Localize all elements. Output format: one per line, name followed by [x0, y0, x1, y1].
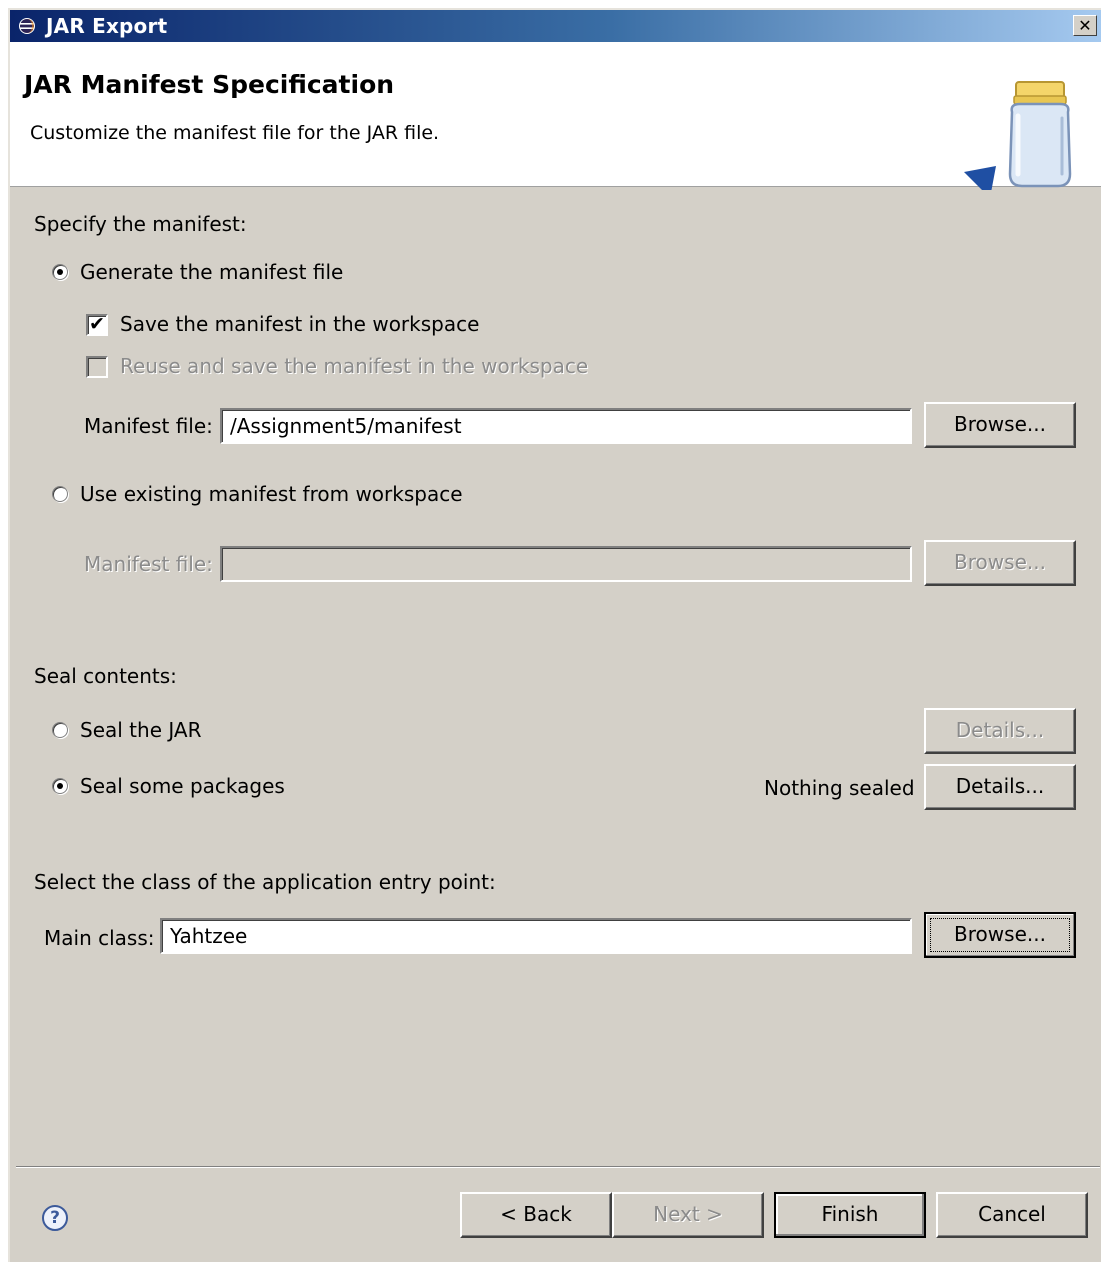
manifest-browse-button[interactable]: Browse... — [924, 402, 1076, 448]
main-class-browse-button[interactable]: Browse... — [924, 912, 1076, 958]
seal-packages-details-button[interactable]: Details... — [924, 764, 1076, 810]
manifest-section-label: Specify the manifest: — [34, 212, 247, 236]
generate-manifest-label[interactable]: Generate the manifest file — [80, 260, 343, 284]
main-class-input[interactable]: Yahtzee — [160, 918, 912, 954]
existing-manifest-browse-button[interactable]: Browse... — [924, 540, 1076, 586]
focus-ring — [930, 918, 1070, 952]
jar-export-dialog: JAR Export ✕ JAR Manifest Specification … — [8, 8, 1101, 1262]
title-bar[interactable]: JAR Export ✕ — [10, 10, 1101, 42]
existing-manifest-file-label: Manifest file: — [84, 552, 213, 576]
page-title: JAR Manifest Specification — [24, 70, 395, 99]
close-button[interactable]: ✕ — [1073, 15, 1097, 36]
reuse-manifest-label: Reuse and save the manifest in the works… — [120, 354, 589, 378]
footer-separator — [16, 1166, 1100, 1168]
finish-button[interactable]: Finish — [774, 1192, 926, 1238]
reuse-manifest-checkbox[interactable] — [86, 356, 108, 378]
generate-manifest-radio[interactable] — [52, 264, 68, 280]
seal-packages-label[interactable]: Seal some packages — [80, 774, 285, 798]
seal-section-label: Seal contents: — [34, 664, 177, 688]
wizard-banner: JAR Manifest Specification Customize the… — [10, 42, 1101, 190]
window-title: JAR Export — [46, 14, 168, 38]
manifest-file-label: Manifest file: — [84, 414, 213, 438]
close-icon: ✕ — [1078, 16, 1092, 35]
save-manifest-checkbox[interactable]: ✔ — [86, 313, 108, 336]
use-existing-manifest-label[interactable]: Use existing manifest from workspace — [80, 482, 463, 506]
page-description: Customize the manifest file for the JAR … — [30, 122, 440, 144]
manifest-file-input[interactable]: /Assignment5/manifest — [220, 408, 912, 444]
entry-point-section-label: Select the class of the application entr… — [34, 870, 496, 894]
use-existing-manifest-radio[interactable] — [52, 486, 68, 502]
existing-manifest-file-input[interactable] — [220, 546, 912, 582]
seal-jar-details-button[interactable]: Details... — [924, 708, 1076, 754]
next-button[interactable]: Next > — [612, 1192, 764, 1238]
seal-packages-radio[interactable] — [52, 778, 68, 794]
jar-icon — [964, 81, 1072, 190]
main-class-label: Main class: — [44, 926, 155, 950]
checkmark-icon: ✔ — [89, 313, 105, 335]
seal-jar-radio[interactable] — [52, 722, 68, 738]
save-manifest-label[interactable]: Save the manifest in the workspace — [120, 312, 479, 336]
seal-status-text: Nothing sealed — [764, 776, 915, 800]
help-icon[interactable]: ? — [42, 1205, 68, 1231]
back-button[interactable]: < Back — [460, 1192, 612, 1238]
eclipse-icon — [19, 18, 35, 34]
seal-jar-label[interactable]: Seal the JAR — [80, 718, 201, 742]
cancel-button[interactable]: Cancel — [936, 1192, 1088, 1238]
